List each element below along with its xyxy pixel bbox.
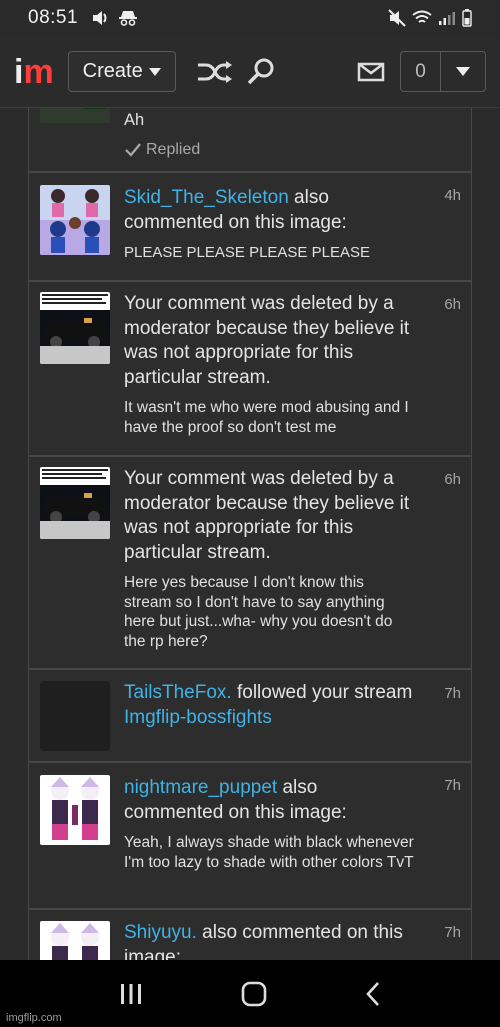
comment-thumbnail[interactable]	[40, 108, 110, 123]
comment-thumbnail[interactable]	[40, 467, 110, 539]
notification-card[interactable]: Your comment was deleted by a moderator …	[28, 456, 472, 669]
comment-thumbnail[interactable]	[40, 185, 110, 255]
notification-time: 7h	[444, 685, 461, 702]
notification-time: 7h	[444, 924, 461, 941]
stream-link[interactable]: Imgflip-bossfights	[124, 707, 272, 728]
check-icon	[125, 142, 141, 157]
search-button[interactable]	[238, 51, 284, 92]
comment-text: Ah	[124, 111, 145, 129]
notifications-control[interactable]: 0	[400, 51, 486, 92]
username-link[interactable]: Shiyuyu.	[124, 922, 197, 943]
watermark: imgflip.com	[6, 1012, 62, 1024]
notification-title: Your comment was deleted by a moderator …	[124, 468, 410, 563]
caret-down-icon	[148, 67, 161, 76]
comment-thumbnail[interactable]	[40, 292, 110, 364]
comment-text: Yeah, I always shade with black whenever…	[124, 834, 414, 871]
notification-time: 4h	[444, 187, 461, 204]
notification-card[interactable]: Your comment was deleted by a moderator …	[28, 281, 472, 456]
system-nav-bar	[0, 960, 500, 1027]
notification-card[interactable]: TailsTheFox. followed your stream Imgfli…	[28, 669, 472, 762]
notification-card[interactable]: nightmare_puppet also commented on this …	[28, 762, 472, 909]
notification-time: 6h	[444, 296, 461, 313]
messages-button[interactable]	[348, 51, 394, 92]
notification-card[interactable]: Shiyuyu. also commented on this image: 7…	[28, 909, 472, 960]
signal-icon	[439, 12, 455, 25]
comment-text: Here yes because I don't know this strea…	[124, 574, 393, 650]
status-time: 08:51	[28, 7, 79, 28]
app-header: i m Create 0	[0, 36, 500, 108]
notification-card[interactable]: Skid_The_Skeleton also commented on this…	[28, 172, 472, 281]
shuffle-icon	[197, 60, 232, 83]
notification-card[interactable]: Ah Replied	[28, 108, 472, 172]
notification-time: 6h	[444, 471, 461, 488]
recent-apps-icon[interactable]	[119, 983, 143, 1005]
username-link[interactable]: TailsTheFox.	[124, 682, 232, 703]
battery-icon	[462, 9, 472, 27]
notification-title: nightmare_puppet also commented on this …	[124, 776, 414, 825]
create-label: Create	[82, 60, 143, 82]
notification-title: Your comment was deleted by a moderator …	[124, 293, 410, 388]
avatar[interactable]	[40, 681, 110, 751]
comment-text: PLEASE PLEASE PLEASE PLEASE	[124, 244, 370, 261]
username-link[interactable]: Skid_The_Skeleton	[124, 187, 289, 208]
notification-title: Skid_The_Skeleton also commented on this…	[124, 186, 414, 235]
username-link[interactable]: nightmare_puppet	[124, 777, 277, 798]
status-bar: 08:51	[0, 0, 500, 36]
wifi-icon	[412, 10, 432, 23]
caret-down-icon	[456, 67, 470, 76]
notification-title: Shiyuyu. also commented on this image:	[124, 921, 424, 960]
random-button[interactable]	[192, 51, 238, 92]
comment-thumbnail[interactable]	[40, 775, 110, 845]
notifications-feed: Ah Replied Skid_The_Skeleton also commen…	[28, 108, 472, 960]
volume-icon	[93, 11, 107, 25]
mute-icon	[388, 9, 406, 27]
replied-status: Replied	[124, 141, 414, 159]
replied-label: Replied	[146, 140, 201, 158]
back-icon[interactable]	[365, 981, 381, 1007]
logo-i: i	[14, 52, 24, 91]
notification-title: TailsTheFox. followed your stream Imgfli…	[124, 681, 414, 730]
mail-icon	[357, 62, 385, 81]
search-icon	[247, 58, 274, 84]
incognito-icon	[119, 11, 138, 26]
create-button[interactable]: Create	[67, 51, 176, 92]
comment-text: It wasn't me who were mod abusing and I …	[124, 399, 409, 436]
home-icon[interactable]	[241, 981, 267, 1007]
notification-action: followed your stream	[231, 682, 413, 703]
logo-m: m	[23, 52, 54, 91]
notification-count[interactable]: 0	[401, 52, 441, 91]
imgflip-logo[interactable]: i m	[14, 55, 54, 89]
notification-time: 7h	[444, 777, 461, 794]
comment-thumbnail[interactable]	[40, 921, 110, 960]
notifications-dropdown-button[interactable]	[441, 52, 485, 91]
